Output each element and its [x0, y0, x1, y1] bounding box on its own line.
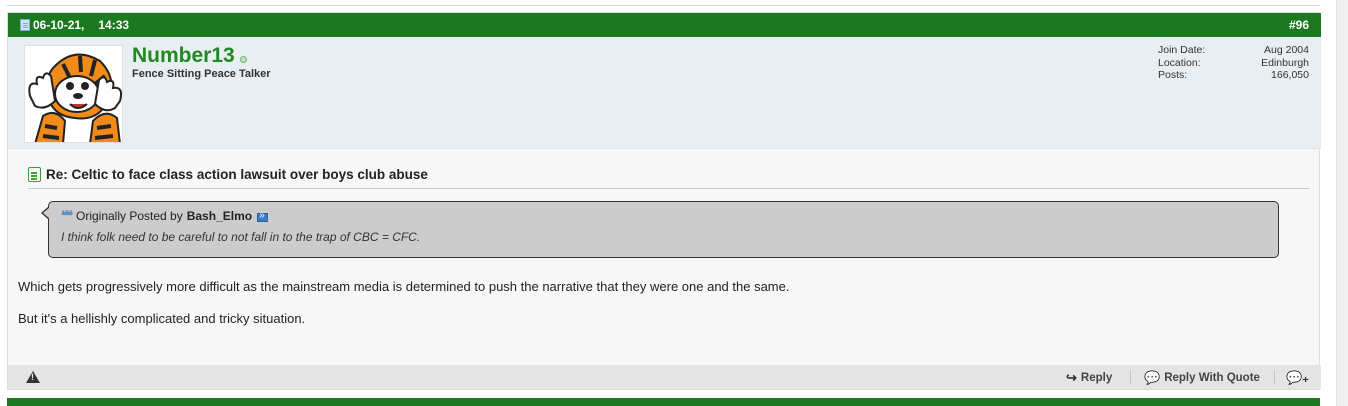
- page-scrollbar[interactable]: [1336, 0, 1348, 406]
- post-status-icon: [20, 19, 30, 31]
- previous-post-border: [7, 0, 1320, 6]
- stat-value: Edinburgh: [1261, 56, 1309, 69]
- reply-arrow-icon: ↪: [1066, 370, 1077, 385]
- quote-icon: ❝❝: [61, 208, 73, 223]
- user-stat-posts: Posts: 166,050: [1158, 69, 1309, 82]
- username-text[interactable]: Number13: [132, 44, 235, 68]
- stat-label: Join Date:: [1158, 44, 1206, 56]
- post-header: 06-10-21, 14:33 #96: [8, 13, 1321, 37]
- quote-text: I think folk need to be careful to not f…: [61, 230, 421, 244]
- forum-post: 06-10-21, 14:33 #96 Number13 Fence Sitti…: [7, 12, 1321, 390]
- reply-with-quote-label: Reply With Quote: [1164, 372, 1260, 384]
- reply-button[interactable]: ↪ Reply: [1066, 370, 1112, 386]
- post-title: Re: Celtic to face class action lawsuit …: [28, 167, 428, 182]
- username[interactable]: Number13: [132, 44, 247, 68]
- next-post-header: [7, 398, 1320, 406]
- stat-label: Posts:: [1158, 69, 1188, 81]
- user-info-bar: Number13 Fence Sitting Peace Talker Join…: [8, 37, 1321, 149]
- post-paragraph: Which gets progressively more difficult …: [18, 279, 790, 294]
- report-icon[interactable]: [26, 371, 40, 383]
- user-title: Fence Sitting Peace Talker: [132, 68, 271, 80]
- view-post-icon[interactable]: [257, 210, 269, 222]
- quote-bubble-icon: 💬: [1144, 370, 1161, 385]
- online-status-icon: [239, 55, 247, 63]
- multi-quote-button[interactable]: 💬₊: [1286, 370, 1313, 386]
- quote-block: ❝❝ Originally Posted by Bash_Elmo I thin…: [41, 201, 1279, 258]
- quote-prefix: Originally Posted by: [76, 209, 183, 223]
- stat-label: Location:: [1158, 56, 1201, 69]
- reply-label: Reply: [1080, 372, 1113, 384]
- post-time: 14:33: [98, 18, 130, 32]
- title-divider: [28, 188, 1309, 189]
- post-number-link[interactable]: #96: [1289, 18, 1309, 32]
- footer-divider: [1130, 370, 1131, 384]
- user-stats: Join Date: Aug 2004 Location: Edinburgh …: [1158, 44, 1309, 82]
- tiger-avatar-icon: [25, 46, 122, 142]
- quote-header: ❝❝ Originally Posted by Bash_Elmo: [61, 208, 269, 224]
- stat-value: Aug 2004: [1264, 44, 1309, 56]
- post-date-text: 06-10-21,: [33, 18, 85, 32]
- user-stat-join-date: Join Date: Aug 2004: [1158, 44, 1309, 57]
- reply-with-quote-button[interactable]: 💬 Reply With Quote: [1144, 370, 1260, 386]
- post-date: 06-10-21, 14:33: [20, 18, 129, 32]
- post-paragraph: But it's a hellishly complicated and tri…: [18, 311, 306, 326]
- avatar[interactable]: [24, 45, 123, 143]
- user-stat-location: Location: Edinburgh: [1158, 57, 1309, 70]
- footer-divider: [1274, 370, 1275, 384]
- quote-poster: Bash_Elmo: [186, 209, 253, 223]
- post-footer: ↪ Reply 💬 Reply With Quote 💬₊: [8, 365, 1321, 389]
- post-icon: [28, 167, 41, 182]
- multi-quote-icon: 💬₊: [1286, 370, 1310, 385]
- post-title-text: Re: Celtic to face class action lawsuit …: [46, 167, 428, 182]
- stat-value: 166,050: [1271, 69, 1309, 81]
